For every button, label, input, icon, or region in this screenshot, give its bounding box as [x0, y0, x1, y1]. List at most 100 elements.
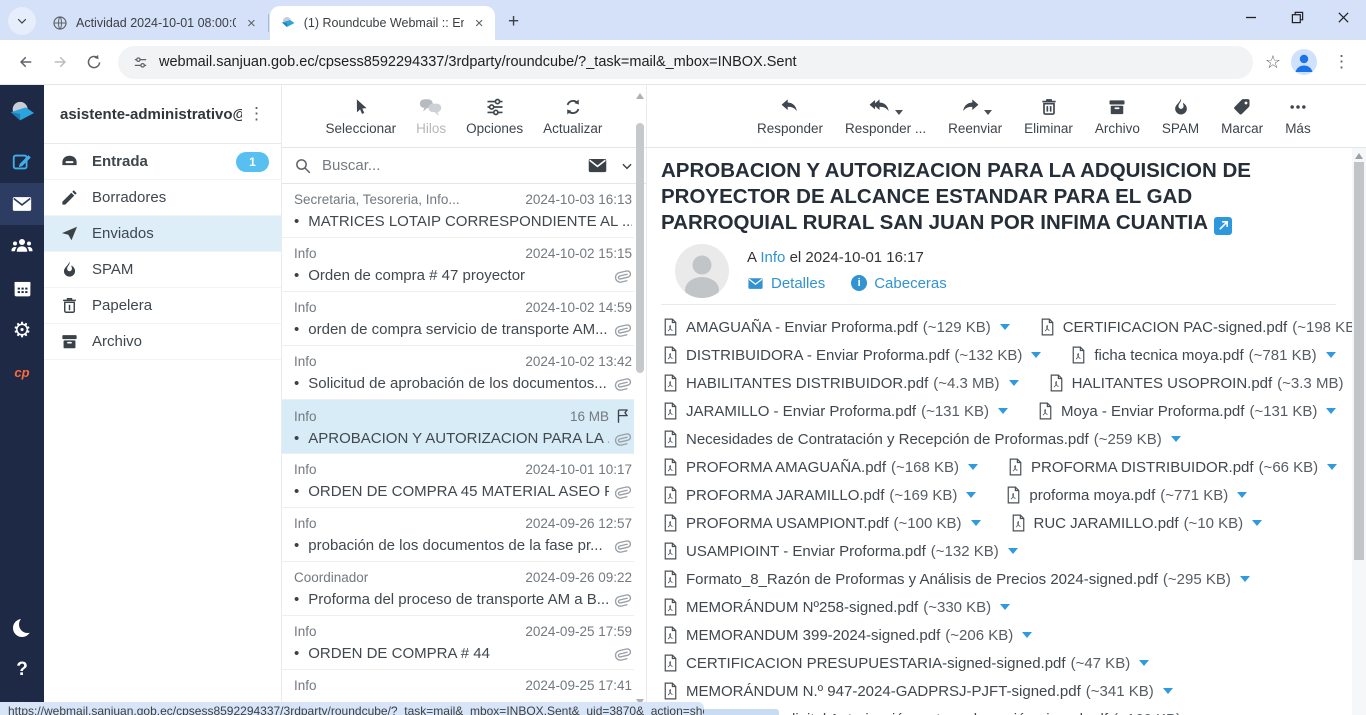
- refresh-button[interactable]: Actualizar: [543, 95, 602, 136]
- message-row[interactable]: Info2024-09-25 17:59•ORDEN DE COMPRA # 4…: [282, 616, 634, 670]
- browser-tab-activity[interactable]: Actividad 2024-10-01 08:00:00 ×: [42, 6, 267, 40]
- site-info-icon[interactable]: [132, 54, 149, 71]
- attachment-menu-caret[interactable]: [1326, 408, 1336, 414]
- attachment-item[interactable]: MEMORÁNDUM N.º 947-2024-GADPRSJ-PJFT-sig…: [663, 682, 1173, 700]
- attachment-menu-caret[interactable]: [1000, 604, 1010, 610]
- attachment-item[interactable]: AMAGUAÑA - Enviar Proforma.pdf(~129 KB): [663, 318, 1010, 336]
- attachment-item[interactable]: CERTIFICACION PAC-signed.pdf(~198 KB): [1040, 318, 1366, 336]
- search-scope-mail-icon[interactable]: [587, 155, 608, 176]
- tab-search-button[interactable]: [8, 7, 36, 35]
- reply-button[interactable]: Responder: [757, 95, 823, 136]
- message-row[interactable]: Secretaria, Tesoreria, Info...2024-10-03…: [282, 184, 634, 238]
- message-row[interactable]: Coordinador2024-09-26 09:22•Proforma del…: [282, 562, 634, 616]
- attachment-item[interactable]: PROFORMA DISTRIBUIDOR.pdf(~66 KB): [1008, 458, 1337, 476]
- more-button[interactable]: Más: [1285, 95, 1311, 136]
- restore-button[interactable]: [1274, 0, 1320, 34]
- taskmenu-contacts[interactable]: [0, 225, 44, 267]
- attachment-menu-caret[interactable]: [998, 408, 1008, 414]
- folder-borradores[interactable]: Borradores: [44, 180, 281, 216]
- options-button[interactable]: Opciones: [466, 95, 523, 136]
- attachment-menu-caret[interactable]: [1237, 492, 1247, 498]
- recipient-link[interactable]: Info: [760, 249, 785, 266]
- scrollbar-thumb[interactable]: [1354, 162, 1364, 560]
- attachment-item[interactable]: CERTIFICACION PRESUPUESTARIA-signed-sign…: [663, 654, 1149, 672]
- attachment-menu-caret[interactable]: [1327, 464, 1337, 470]
- reload-button[interactable]: [78, 46, 110, 78]
- headers-toggle[interactable]: i Cabeceras: [851, 275, 947, 292]
- dropdown-caret-icon[interactable]: [895, 110, 903, 115]
- scrollbar-thumb[interactable]: [636, 123, 644, 373]
- message-row[interactable]: Info2024-10-02 15:15•Orden de compra # 4…: [282, 238, 634, 292]
- reply-all-button[interactable]: Responder ...: [845, 95, 926, 136]
- new-tab-button[interactable]: +: [501, 9, 527, 35]
- scroll-up-arrow[interactable]: [636, 93, 644, 99]
- message-row[interactable]: Info2024-10-01 10:17•ORDEN DE COMPRA 45 …: [282, 454, 634, 508]
- details-toggle[interactable]: Detalles: [747, 275, 825, 292]
- attachment-item[interactable]: PROFORMA AMAGUAÑA.pdf(~168 KB): [663, 458, 978, 476]
- search-options-chevron-icon[interactable]: [620, 159, 634, 173]
- list-scrollbar[interactable]: [634, 85, 646, 715]
- forward-button[interactable]: [44, 46, 76, 78]
- attachment-item[interactable]: proforma moya.pdf(~771 KB): [1006, 486, 1247, 504]
- message-row[interactable]: Info16 MB•APROBACION Y AUTORIZACION PARA…: [282, 400, 634, 454]
- attachment-menu-caret[interactable]: [1022, 632, 1032, 638]
- compose-button[interactable]: [0, 141, 44, 183]
- attachment-menu-caret[interactable]: [966, 492, 976, 498]
- dropdown-caret-icon[interactable]: [984, 110, 992, 115]
- archive-button[interactable]: Archivo: [1095, 95, 1140, 136]
- folder-papelera[interactable]: Papelera: [44, 288, 281, 324]
- attachment-item[interactable]: RUC JARAMILLO.pdf(~10 KB): [1011, 514, 1263, 532]
- attachment-item[interactable]: Formato_8_Razón de Proformas y Análisis …: [663, 570, 1250, 588]
- external-link-icon[interactable]: [1214, 217, 1232, 235]
- back-button[interactable]: [10, 46, 42, 78]
- delete-button[interactable]: Eliminar: [1024, 95, 1073, 136]
- message-row[interactable]: Info2024-10-02 13:42•Solicitud de aproba…: [282, 346, 634, 400]
- message-row[interactable]: Info2024-10-02 14:59•orden de compra ser…: [282, 292, 634, 346]
- dark-mode-toggle[interactable]: [0, 607, 44, 649]
- attachment-menu-caret[interactable]: [1008, 548, 1018, 554]
- browser-menu-icon[interactable]: ⋮: [1327, 52, 1356, 72]
- attachment-item[interactable]: HABILITANTES DISTRIBUIDOR.pdf(~4.3 MB): [663, 374, 1019, 392]
- message-row[interactable]: Info2024-09-26 12:57•probación de los do…: [282, 508, 634, 562]
- folder-enviados[interactable]: Enviados: [44, 216, 281, 252]
- attachment-menu-caret[interactable]: [1031, 352, 1041, 358]
- attachment-item[interactable]: Moya - Enviar Proforma.pdf(~131 KB): [1038, 402, 1336, 420]
- attachment-menu-caret[interactable]: [1139, 660, 1149, 666]
- taskmenu-calendar[interactable]: [0, 267, 44, 309]
- taskmenu-cpanel[interactable]: cp: [0, 351, 44, 393]
- folder-spam[interactable]: SPAM: [44, 252, 281, 288]
- url-field[interactable]: webmail.sanjuan.gob.ec/cpsess8592294337/…: [118, 46, 1253, 79]
- attachment-item[interactable]: Necesidades de Contratación y Recepción …: [663, 430, 1181, 448]
- folder-entrada[interactable]: Entrada 1: [44, 144, 281, 180]
- attachment-menu-caret[interactable]: [971, 520, 981, 526]
- attachment-menu-caret[interactable]: [1326, 352, 1336, 358]
- attachment-item[interactable]: PROFORMA JARAMILLO.pdf(~169 KB): [663, 486, 976, 504]
- attachment-item[interactable]: DISTRIBUIDORA - Enviar Proforma.pdf(~132…: [663, 346, 1041, 364]
- attachment-menu-caret[interactable]: [1252, 520, 1262, 526]
- tab-close-icon[interactable]: ×: [472, 15, 487, 32]
- attachment-item[interactable]: digital Autorización y et proclamación-s…: [661, 709, 1200, 715]
- attachment-item[interactable]: MEMORANDUM 399-2024-signed.pdf(~206 KB): [663, 626, 1032, 644]
- attachment-item[interactable]: HALITANTES USOPROIN.pdf(~3.3 MB): [1049, 374, 1363, 392]
- browser-tab-roundcube[interactable]: (1) Roundcube Webmail :: Envia ×: [270, 6, 495, 40]
- forward-button[interactable]: Reenviar: [948, 95, 1002, 136]
- mark-button[interactable]: Marcar: [1221, 95, 1263, 136]
- minimize-button[interactable]: [1228, 0, 1274, 34]
- attachment-menu-caret[interactable]: [968, 464, 978, 470]
- tab-close-icon[interactable]: ×: [244, 15, 259, 32]
- profile-avatar[interactable]: [1291, 49, 1317, 75]
- attachment-item[interactable]: PROFORMA USAMPIONT.pdf(~100 KB): [663, 514, 981, 532]
- attachment-item[interactable]: USAMPIOINT - Enviar Proforma.pdf(~132 KB…: [663, 542, 1018, 560]
- attachment-item[interactable]: MEMORÁNDUM Nº258-signed.pdf(~330 KB): [663, 598, 1010, 616]
- attachment-item[interactable]: JARAMILLO - Enviar Proforma.pdf(~131 KB): [663, 402, 1008, 420]
- search-bar[interactable]: Buscar...: [282, 148, 646, 184]
- attachment-menu-caret[interactable]: [1000, 324, 1010, 330]
- taskmenu-mail[interactable]: [0, 183, 44, 225]
- attachment-menu-caret[interactable]: [1240, 576, 1250, 582]
- select-button[interactable]: Seleccionar: [326, 95, 397, 136]
- message-scrollbar[interactable]: [1352, 148, 1366, 715]
- threads-button[interactable]: Hilos: [416, 95, 446, 136]
- attachment-menu-caret[interactable]: [1171, 436, 1181, 442]
- bookmark-star-icon[interactable]: ☆: [1265, 52, 1281, 73]
- help-button[interactable]: ?: [0, 649, 44, 691]
